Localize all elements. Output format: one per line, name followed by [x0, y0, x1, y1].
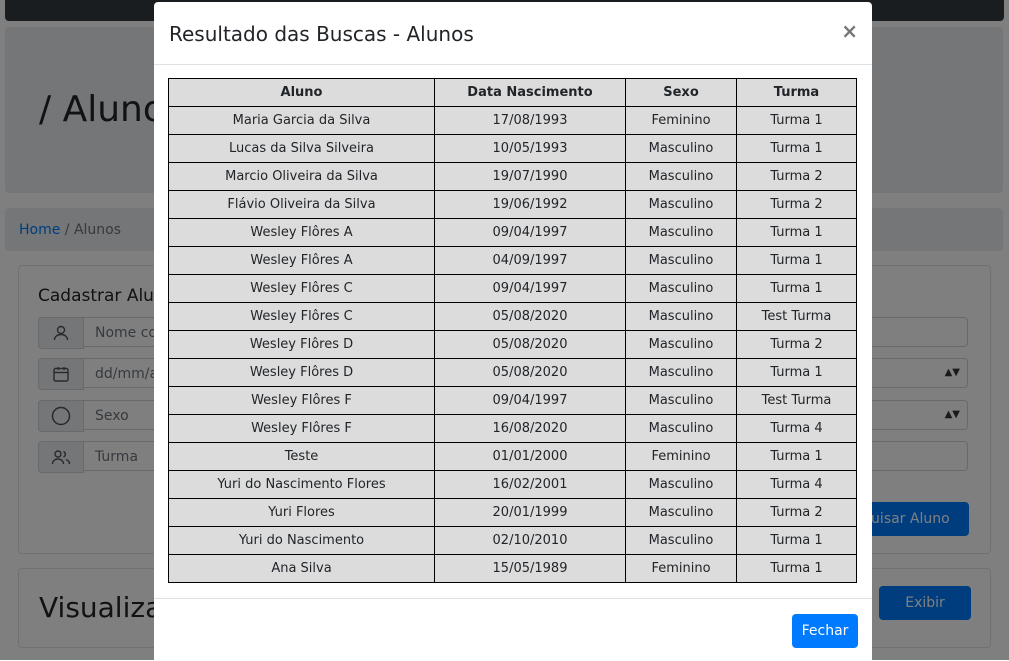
- table-cell: Masculino: [625, 386, 737, 415]
- table-row: Yuri do Nascimento Flores 16/02/2001 Mascu…: [168, 470, 857, 499]
- table-cell: 01/01/2000: [434, 442, 626, 471]
- table-cell: 19/07/1990: [434, 162, 626, 191]
- table-cell: 15/05/1989: [434, 554, 626, 583]
- table-cell: Masculino: [625, 526, 737, 555]
- table-row: Marcio Oliveira da Silva 19/07/1990 Mascul…: [168, 162, 857, 191]
- table-cell: Turma 1: [736, 246, 857, 275]
- table-cell: Masculino: [625, 246, 737, 275]
- table-cell: 05/08/2020: [434, 302, 626, 331]
- table-row: Flávio Oliveira da Silva 19/06/1992 Mascul…: [168, 190, 857, 219]
- modal-footer: Fechar: [154, 598, 872, 661]
- table-row: Ana Silva 15/05/1989 Feminino Turma 1: [168, 554, 857, 583]
- table-cell: Flávio Oliveira da Silva: [168, 190, 435, 219]
- table-cell: Masculino: [625, 162, 737, 191]
- table-cell: Turma 4: [736, 470, 857, 499]
- table-row: Wesley Flôres F 16/08/2020 Masculino Turma …: [168, 414, 857, 443]
- close-button[interactable]: Fechar: [792, 614, 858, 648]
- table-body: Maria Garcia da Silva 17/08/1993 Feminino T…: [168, 106, 857, 583]
- table-row: Maria Garcia da Silva 17/08/1993 Feminino T…: [168, 106, 857, 135]
- table-cell: Yuri Flores: [168, 498, 435, 527]
- table-row: Yuri Flores 20/01/1999 Masculino Turma 2: [168, 498, 857, 527]
- table-cell: Feminino: [625, 554, 737, 583]
- table-cell: Turma 1: [736, 134, 857, 163]
- table-cell: Maria Garcia da Silva: [168, 106, 435, 135]
- table-cell: Feminino: [625, 442, 737, 471]
- table-cell: Turma 1: [736, 526, 857, 555]
- table-cell: 05/08/2020: [434, 330, 626, 359]
- table-cell: Turma 1: [736, 554, 857, 583]
- table-cell: Wesley Flôres C: [168, 302, 435, 331]
- modal-header: Resultado das Buscas - Alunos ×: [154, 2, 872, 65]
- table-cell: 09/04/1997: [434, 274, 626, 303]
- close-icon[interactable]: ×: [841, 19, 858, 43]
- table-cell: Teste: [168, 442, 435, 471]
- table-cell: Test Turma: [736, 302, 857, 331]
- table-row: Wesley Flôres F 09/04/1997 Masculino Test T…: [168, 386, 857, 415]
- table-row: Teste 01/01/2000 Feminino Turma 1: [168, 442, 857, 471]
- table-cell: Turma 1: [736, 106, 857, 135]
- table-row: Yuri do Nascimento 02/10/2010 Masculino Tur…: [168, 526, 857, 555]
- table-cell: Feminino: [625, 106, 737, 135]
- table-cell: Masculino: [625, 358, 737, 387]
- table-cell: Turma 1: [736, 442, 857, 471]
- table-cell: Turma 4: [736, 414, 857, 443]
- table-row: Wesley Flôres C 05/08/2020 Masculino Test T…: [168, 302, 857, 331]
- table-cell: Yuri do Nascimento: [168, 526, 435, 555]
- table-cell: Masculino: [625, 302, 737, 331]
- table-cell: Turma 2: [736, 498, 857, 527]
- table-cell: Masculino: [625, 218, 737, 247]
- table-cell: Ana Silva: [168, 554, 435, 583]
- table-cell: Wesley Flôres C: [168, 274, 435, 303]
- table-row: Wesley Flôres A 04/09/1997 Masculino Turma …: [168, 246, 857, 275]
- table-cell: Turma 1: [736, 274, 857, 303]
- table-cell: Turma 1: [736, 218, 857, 247]
- table-cell: 19/06/1992: [434, 190, 626, 219]
- table-cell: Turma 2: [736, 190, 857, 219]
- table-cell: 10/05/1993: [434, 134, 626, 163]
- table-row: Wesley Flôres D 05/08/2020 Masculino Turma …: [168, 358, 857, 387]
- table-cell: Masculino: [625, 274, 737, 303]
- table-row: Lucas da Silva Silveira 10/05/1993 Masculi…: [168, 134, 857, 163]
- table-row: Wesley Flôres A 09/04/1997 Masculino Turma …: [168, 218, 857, 247]
- table-cell: Yuri do Nascimento Flores: [168, 470, 435, 499]
- table-cell: Wesley Flôres D: [168, 358, 435, 387]
- table-cell: 16/02/2001: [434, 470, 626, 499]
- table-cell: Masculino: [625, 470, 737, 499]
- table-cell: Wesley Flôres A: [168, 218, 435, 247]
- table-cell: Wesley Flôres A: [168, 246, 435, 275]
- table-cell: 16/08/2020: [434, 414, 626, 443]
- table-cell: Marcio Oliveira da Silva: [168, 162, 435, 191]
- table-cell: Turma 1: [736, 358, 857, 387]
- table-cell: Wesley Flôres F: [168, 414, 435, 443]
- results-table: Aluno Data Nascimento Sexo Turma Maria G…: [168, 78, 857, 583]
- table-header-row: Aluno Data Nascimento Sexo Turma: [168, 78, 857, 107]
- table-cell: 09/04/1997: [434, 218, 626, 247]
- table-cell: 17/08/1993: [434, 106, 626, 135]
- table-row: Wesley Flôres D 05/08/2020 Masculino Turma …: [168, 330, 857, 359]
- column-header: Turma: [736, 78, 857, 107]
- column-header: Sexo: [625, 78, 737, 107]
- table-cell: Wesley Flôres D: [168, 330, 435, 359]
- table-cell: Lucas da Silva Silveira: [168, 134, 435, 163]
- table-cell: Masculino: [625, 190, 737, 219]
- table-cell: Wesley Flôres F: [168, 386, 435, 415]
- table-cell: 20/01/1999: [434, 498, 626, 527]
- table-cell: 02/10/2010: [434, 526, 626, 555]
- table-row: Wesley Flôres C 09/04/1997 Masculino Turma …: [168, 274, 857, 303]
- modal-title: Resultado das Buscas - Alunos: [169, 22, 474, 46]
- search-results-modal: Resultado das Buscas - Alunos × Aluno Da…: [154, 2, 872, 660]
- table-cell: Masculino: [625, 134, 737, 163]
- table-cell: 05/08/2020: [434, 358, 626, 387]
- column-header: Aluno: [168, 78, 435, 107]
- table-cell: Masculino: [625, 330, 737, 359]
- table-cell: Turma 2: [736, 162, 857, 191]
- table-cell: Turma 2: [736, 330, 857, 359]
- table-cell: Test Turma: [736, 386, 857, 415]
- table-cell: Masculino: [625, 498, 737, 527]
- table-cell: 09/04/1997: [434, 386, 626, 415]
- table-cell: Masculino: [625, 414, 737, 443]
- table-cell: 04/09/1997: [434, 246, 626, 275]
- column-header: Data Nascimento: [434, 78, 626, 107]
